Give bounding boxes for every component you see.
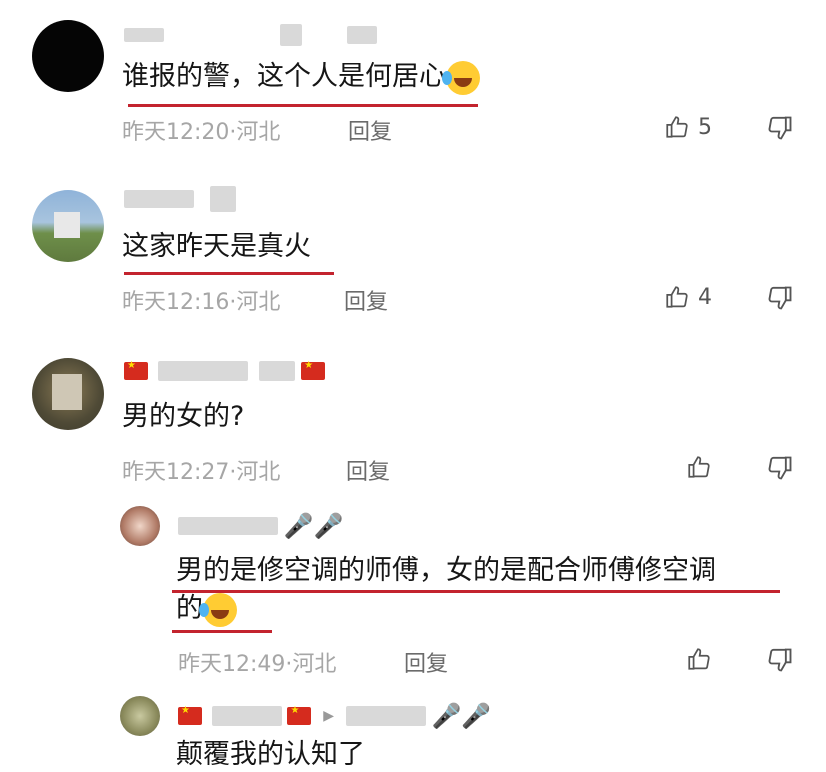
avatar[interactable] bbox=[32, 190, 104, 262]
microphone-icon: 🎤 bbox=[431, 702, 462, 730]
username-blurred[interactable]: 🎤🎤 bbox=[178, 512, 344, 540]
username-blurred[interactable] bbox=[124, 360, 326, 381]
dislike-button[interactable] bbox=[766, 454, 794, 486]
comment-meta: 昨天12:27·河北 bbox=[122, 460, 281, 485]
thumb-down-icon bbox=[768, 456, 792, 480]
username-blurred[interactable] bbox=[124, 24, 378, 46]
dislike-button[interactable] bbox=[766, 114, 794, 146]
avatar[interactable] bbox=[32, 358, 104, 430]
thumb-up-icon bbox=[666, 116, 688, 138]
like-count: 5 bbox=[698, 114, 712, 140]
thumb-down-icon bbox=[768, 116, 792, 140]
dislike-button[interactable] bbox=[766, 646, 794, 678]
thumb-up-icon bbox=[688, 456, 710, 478]
like-count: 4 bbox=[698, 284, 712, 310]
comment-text: 这家昨天是真火 bbox=[122, 231, 311, 262]
thumb-up-icon bbox=[666, 286, 688, 308]
microphone-icon: 🎤 bbox=[313, 512, 344, 540]
laughing-tears-emoji-icon bbox=[199, 592, 237, 627]
reply-button[interactable]: 回复 bbox=[346, 454, 390, 486]
reply-button[interactable]: 回复 bbox=[344, 284, 388, 316]
china-flag-icon bbox=[301, 360, 326, 380]
dislike-button[interactable] bbox=[766, 284, 794, 316]
red-underline bbox=[124, 272, 334, 275]
microphone-icon: 🎤 bbox=[283, 512, 314, 540]
avatar[interactable] bbox=[32, 20, 104, 92]
thumb-down-icon bbox=[768, 648, 792, 672]
china-flag-icon bbox=[178, 705, 202, 725]
like-button[interactable]: 4 bbox=[664, 284, 712, 310]
laughing-tears-emoji-icon bbox=[442, 60, 480, 95]
comment-text: 谁报的警，这个人是何居心 bbox=[122, 60, 480, 95]
reply-text: 颠覆我的认知了 bbox=[176, 739, 365, 770]
username-blurred[interactable] bbox=[124, 186, 236, 212]
china-flag-icon bbox=[124, 360, 148, 380]
comment-meta: 昨天12:16·河北 bbox=[122, 290, 281, 315]
comment-meta: 昨天12:49·河北 bbox=[178, 652, 337, 677]
reply-button[interactable]: 回复 bbox=[404, 646, 448, 678]
china-flag-icon bbox=[287, 705, 312, 725]
red-underline bbox=[172, 630, 272, 633]
username-blurred[interactable]: ▶ 🎤🎤 bbox=[178, 702, 491, 730]
thumb-down-icon bbox=[768, 286, 792, 310]
red-underline bbox=[128, 104, 478, 107]
avatar[interactable] bbox=[120, 696, 160, 736]
comment-text: 男的女的? bbox=[122, 401, 245, 432]
microphone-icon: 🎤 bbox=[461, 702, 492, 730]
reply-text: 的 bbox=[176, 592, 237, 627]
reply-arrow-icon: ▶ bbox=[323, 708, 334, 724]
reply-button[interactable]: 回复 bbox=[348, 114, 392, 146]
reply-text: 男的是修空调的师傅，女的是配合师傅修空调 bbox=[176, 555, 716, 586]
like-button[interactable] bbox=[686, 454, 712, 480]
red-underline bbox=[172, 590, 780, 593]
comment-meta: 昨天12:20·河北 bbox=[122, 120, 281, 145]
like-button[interactable]: 5 bbox=[664, 114, 712, 140]
thumb-up-icon bbox=[688, 648, 710, 670]
like-button[interactable] bbox=[686, 646, 712, 672]
avatar[interactable] bbox=[120, 506, 160, 546]
